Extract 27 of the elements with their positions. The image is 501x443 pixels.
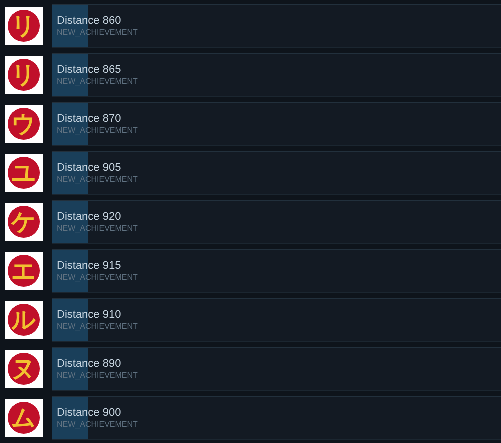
- achievement-description: NEW_ACHIEVEMENT: [57, 224, 138, 234]
- achievement-description: NEW_ACHIEVEMENT: [57, 28, 138, 38]
- achievement-description: NEW_ACHIEVEMENT: [57, 174, 138, 184]
- achievement-description: NEW_ACHIEVEMENT: [57, 126, 138, 136]
- achievement-title: Distance 910: [57, 308, 122, 322]
- achievement-icon: ム: [5, 399, 43, 437]
- achievement-description: NEW_ACHIEVEMENT: [57, 322, 138, 332]
- achievement-description: NEW_ACHIEVEMENT: [57, 420, 138, 430]
- achievement-icon: リ: [5, 7, 43, 45]
- achievement-icon: リ: [5, 56, 43, 94]
- achievement-icon: ユ: [5, 154, 43, 192]
- achievement-title: Distance 900: [57, 406, 122, 420]
- achievement-icon: エ: [5, 252, 43, 290]
- achievement-description: NEW_ACHIEVEMENT: [57, 76, 138, 86]
- achievement-title: Distance 915: [57, 260, 122, 272]
- achievement-icon: ウ: [5, 105, 43, 143]
- achievement-icon: ル: [5, 301, 43, 339]
- achievement-description: NEW_ACHIEVEMENT: [57, 370, 138, 380]
- achievement-title: Distance 865: [57, 64, 122, 76]
- achievement-icon: ヌ: [5, 350, 43, 388]
- achievement-title: Distance 905: [57, 162, 122, 174]
- achievement-title: Distance 890: [57, 358, 122, 370]
- achievement-description: NEW_ACHIEVEMENT: [57, 272, 138, 282]
- achievement-title: Distance 860: [57, 14, 122, 28]
- achievement-icon: ケ: [5, 203, 43, 241]
- achievement-title: Distance 870: [57, 112, 122, 126]
- achievement-title: Distance 920: [57, 210, 122, 224]
